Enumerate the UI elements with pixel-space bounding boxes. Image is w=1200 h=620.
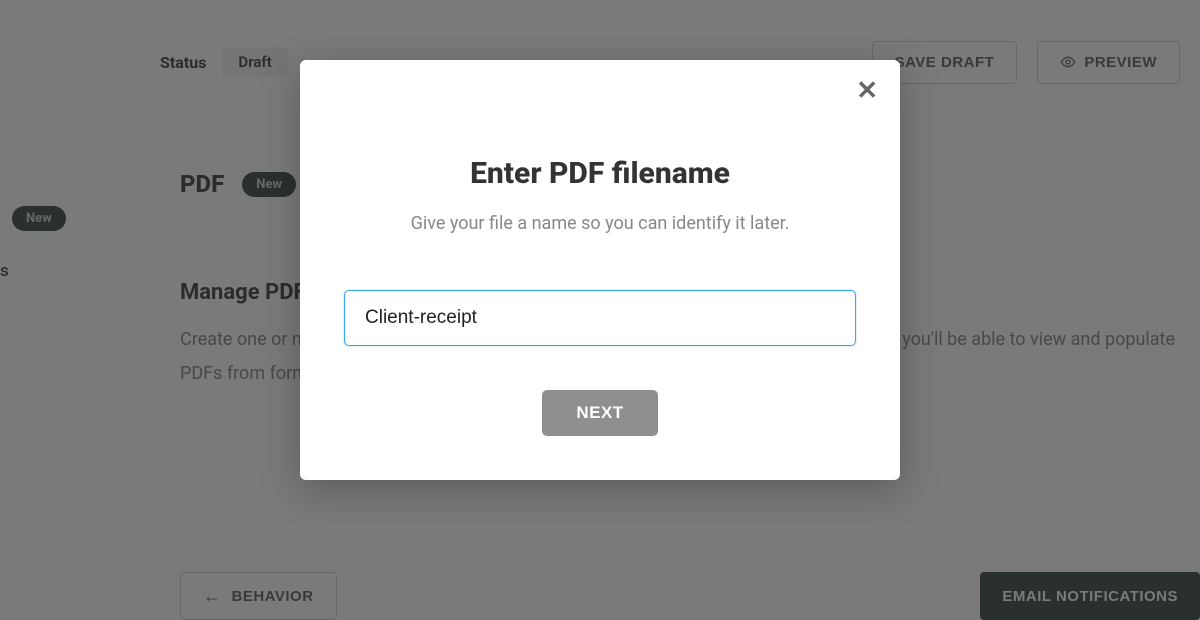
filename-input[interactable] [344,290,856,346]
next-button[interactable]: NEXT [542,390,657,436]
modal-overlay[interactable]: ✕ Enter PDF filename Give your file a na… [0,0,1200,620]
modal-subtitle: Give your file a name so you can identif… [344,213,856,234]
modal-title: Enter PDF filename [344,156,856,191]
filename-modal: ✕ Enter PDF filename Give your file a na… [300,60,900,480]
close-icon[interactable]: ✕ [856,78,878,104]
